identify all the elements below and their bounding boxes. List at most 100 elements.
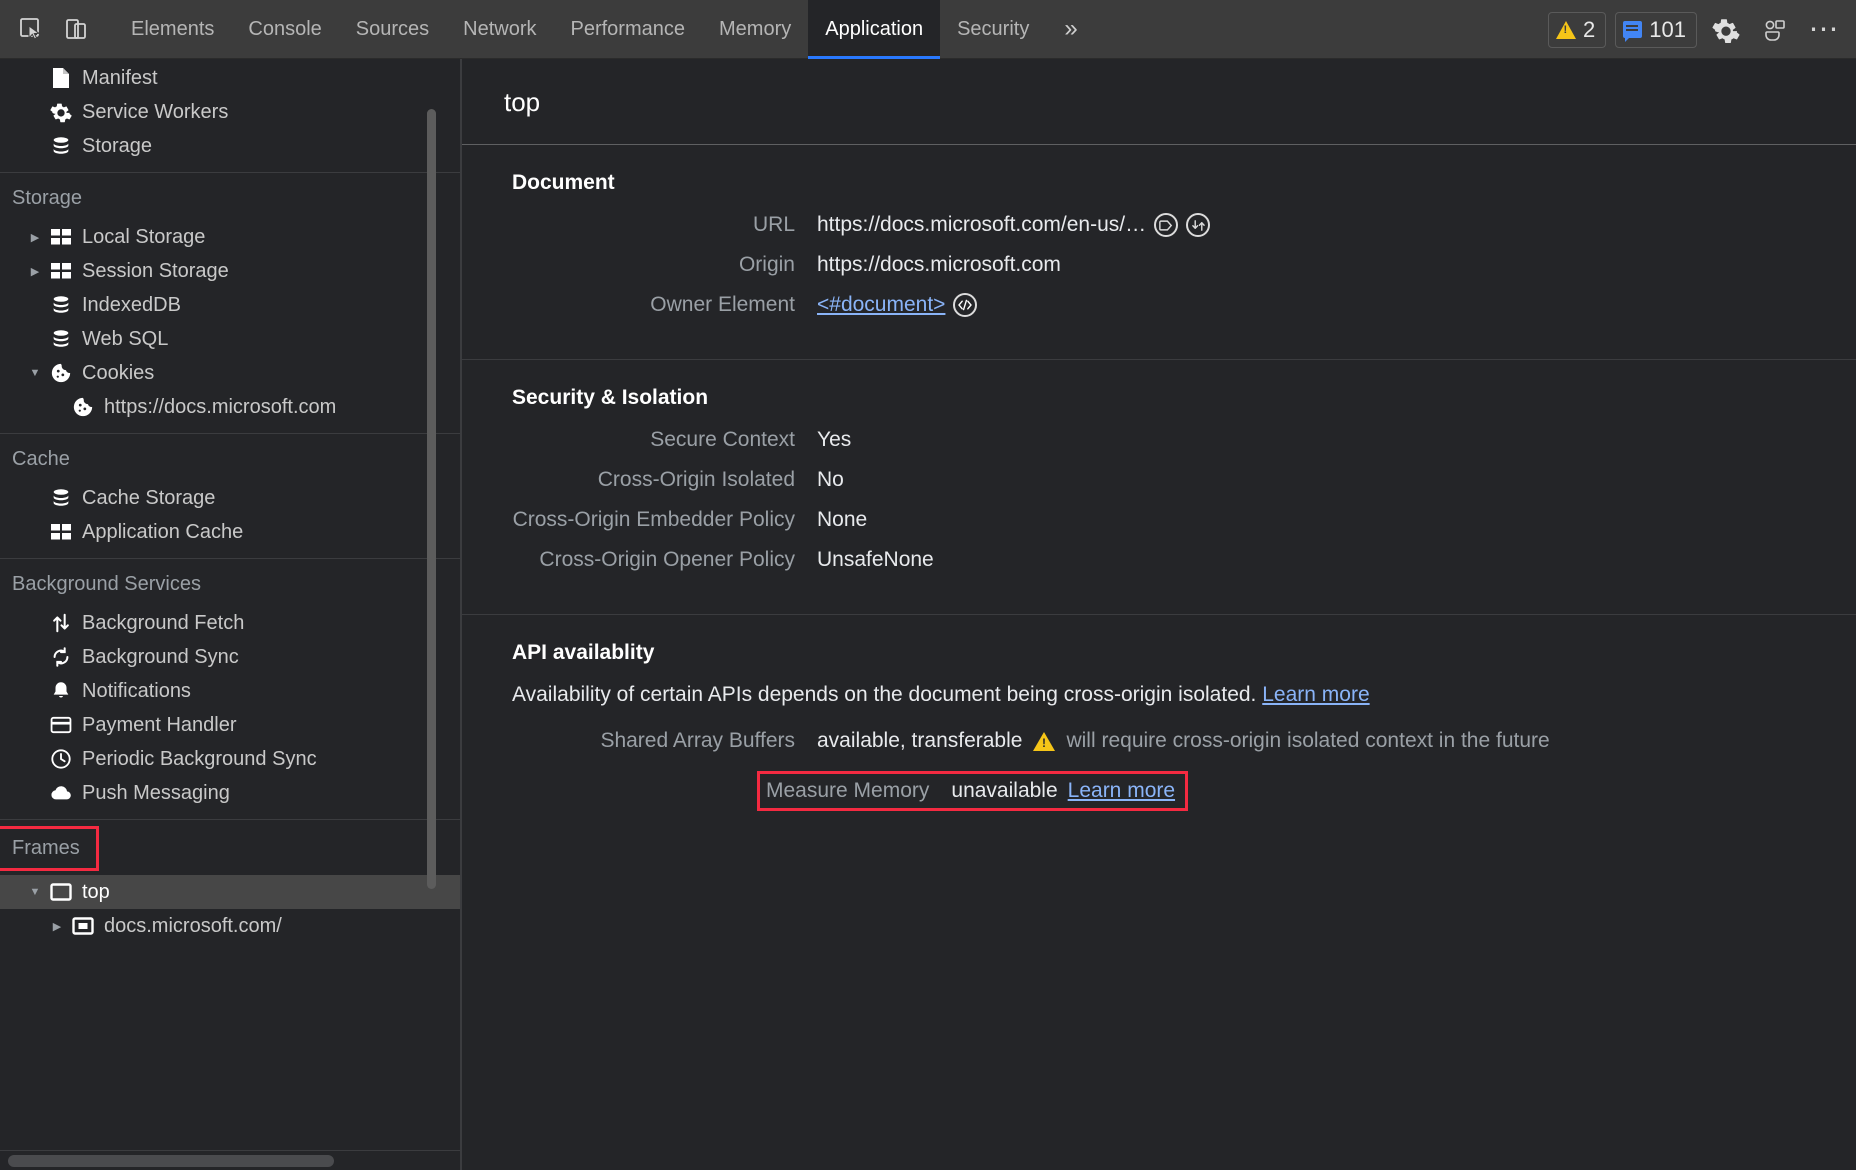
sidebar-horizontal-scrollbar-thumb[interactable] (8, 1155, 334, 1167)
sidebar-item-cache-storage[interactable]: Cache Storage (0, 481, 460, 515)
row-measure-memory-key: Measure Memory (766, 779, 930, 802)
toolbar-right-group: 2 101 ⋯ (1548, 0, 1844, 59)
chevron-down-icon[interactable]: ▼ (24, 886, 46, 898)
tab-label: Memory (719, 17, 792, 40)
document-section: Document URL https://docs.microsoft.com/… (462, 145, 1856, 360)
sidebar-item-label: Service Workers (82, 100, 229, 123)
code-brackets-circle-icon[interactable] (953, 293, 978, 317)
message-badge[interactable]: 101 (1615, 11, 1697, 48)
sidebar-vertical-scrollbar[interactable] (427, 109, 436, 889)
tab-application[interactable]: Application (808, 0, 941, 59)
sidebar-item-notifications[interactable]: Notifications (0, 674, 460, 708)
sidebar-item-label: Manifest (82, 66, 158, 89)
sidebar-item-payment-handler[interactable]: Payment Handler (0, 708, 460, 742)
sidebar-cache-header: Cache (12, 448, 70, 470)
sync-refresh-icon (46, 646, 76, 668)
cookie-icon (68, 396, 98, 418)
sidebar-item-cookies[interactable]: ▼ Cookies (0, 356, 460, 390)
database-icon (46, 328, 76, 350)
gear-icon[interactable] (1706, 10, 1746, 50)
more-options-icon[interactable]: ⋯ (1804, 10, 1844, 50)
sidebar-item-label: docs.microsoft.com/ (104, 914, 282, 937)
measure-memory-learn-more-link[interactable]: Learn more (1068, 779, 1175, 803)
clock-icon (46, 748, 76, 770)
sidebar-item-push-messaging[interactable]: Push Messaging (0, 776, 460, 810)
sidebar-item-service-workers[interactable]: Service Workers (0, 95, 460, 129)
table-icon (46, 228, 76, 246)
sidebar-item-periodic-background-sync[interactable]: Periodic Background Sync (0, 742, 460, 776)
row-url-value-group: https://docs.microsoft.com/en-us/… (817, 213, 1211, 237)
row-cross-origin-isolated-key: Cross-Origin Isolated (597, 468, 795, 491)
sidebar-item-storage[interactable]: Storage (0, 129, 460, 163)
message-count: 101 (1649, 16, 1686, 42)
chevron-right-icon[interactable]: ▶ (46, 920, 68, 933)
sidebar-item-label: Periodic Background Sync (82, 747, 317, 770)
tab-label: Security (957, 17, 1030, 40)
sidebar-item-cookie-domain[interactable]: https://docs.microsoft.com (0, 390, 460, 424)
sidebar-item-label: top (82, 880, 110, 903)
arrows-up-down-icon (46, 612, 76, 634)
devtools-body: Manifest Service Workers Storage Storage (0, 59, 1856, 1170)
row-shared-array-buffers-value: available, transferable (817, 729, 1023, 752)
tab-security[interactable]: Security (940, 0, 1046, 59)
tab-label: Console (248, 17, 322, 40)
row-shared-array-buffers-warning: will require cross-origin isolated conte… (1066, 729, 1550, 752)
inspect-element-icon[interactable] (8, 7, 54, 51)
frame-icon (46, 883, 76, 901)
sidebar-item-web-sql[interactable]: Web SQL (0, 322, 460, 356)
sidebar-item-application-cache[interactable]: Application Cache (0, 515, 460, 549)
tab-label: Elements (131, 17, 215, 40)
scroll-into-view-circle-icon[interactable] (1186, 213, 1211, 237)
sidebar-frames-header-highlight: Frames (0, 826, 99, 871)
tab-console[interactable]: Console (231, 0, 338, 59)
row-measure-memory-value: unavailable (951, 779, 1058, 802)
sidebar-horizontal-scrollbar[interactable] (0, 1150, 460, 1170)
sidebar-item-local-storage[interactable]: ▶ Local Storage (0, 220, 460, 254)
sidebar-item-label: Cache Storage (82, 486, 216, 509)
sidebar-background-services-section: Background Services Background Fetch Bac… (0, 559, 460, 810)
sidebar-item-label: https://docs.microsoft.com (104, 395, 337, 418)
tab-memory[interactable]: Memory (702, 0, 808, 59)
tag-circle-icon[interactable] (1154, 213, 1179, 237)
sidebar-item-background-sync[interactable]: Background Sync (0, 640, 460, 674)
sidebar-item-background-fetch[interactable]: Background Fetch (0, 606, 460, 640)
tab-sources[interactable]: Sources (339, 0, 446, 59)
sidebar-item-frame-top[interactable]: ▼ top (0, 875, 460, 909)
chevron-right-icon[interactable]: ▶ (24, 265, 46, 278)
devices-icon[interactable] (1755, 10, 1795, 50)
warning-badge[interactable]: 2 (1548, 11, 1607, 48)
sidebar-frames-section: Frames ▼ top ▶ docs.microsoft.com/ (0, 820, 460, 943)
tab-label: Sources (355, 17, 430, 40)
measure-memory-wrapper: Measure Memory unavailable Learn more (462, 771, 1856, 811)
warning-count: 2 (1583, 16, 1596, 42)
tab-label: Application (825, 17, 924, 40)
table-icon (46, 262, 76, 280)
sidebar-storage-header: Storage (12, 187, 83, 209)
row-secure-context-value: Yes (817, 428, 852, 451)
sidebar-item-manifest[interactable]: Manifest (0, 61, 460, 95)
api-section-description-group: Availability of certain APIs depends on … (462, 683, 1856, 707)
sidebar-item-session-storage[interactable]: ▶ Session Storage (0, 254, 460, 288)
sidebar-item-label: Background Sync (82, 645, 239, 668)
sidebar-item-indexeddb[interactable]: IndexedDB (0, 288, 460, 322)
sidebar-item-label: Notifications (82, 679, 191, 702)
row-coop-value: UnsafeNone (817, 548, 934, 571)
manifest-document-icon (46, 67, 76, 89)
tab-network[interactable]: Network (446, 0, 553, 59)
sidebar-item-frame-docs-microsoft[interactable]: ▶ docs.microsoft.com/ (0, 909, 460, 943)
sidebar-item-label: Payment Handler (82, 713, 237, 736)
application-sidebar: Manifest Service Workers Storage Storage (0, 59, 460, 1170)
tab-elements[interactable]: Elements (114, 0, 231, 59)
owner-element-link[interactable]: <#document> (817, 293, 945, 317)
tab-label: Network (463, 17, 537, 40)
devtools-toolbar: Elements Console Sources Network Perform… (0, 0, 1856, 59)
more-tabs-chevron-icon[interactable]: » (1046, 0, 1095, 59)
api-section-description: Availability of certain APIs depends on … (512, 683, 1257, 706)
sidebar-item-label: Local Storage (82, 225, 206, 248)
chevron-right-icon[interactable]: ▶ (24, 231, 46, 244)
row-url-key: URL (752, 213, 795, 236)
api-description-learn-more-link[interactable]: Learn more (1262, 683, 1369, 706)
device-toolbar-icon[interactable] (54, 7, 100, 51)
tab-performance[interactable]: Performance (554, 0, 703, 59)
chevron-down-icon[interactable]: ▼ (24, 367, 46, 379)
